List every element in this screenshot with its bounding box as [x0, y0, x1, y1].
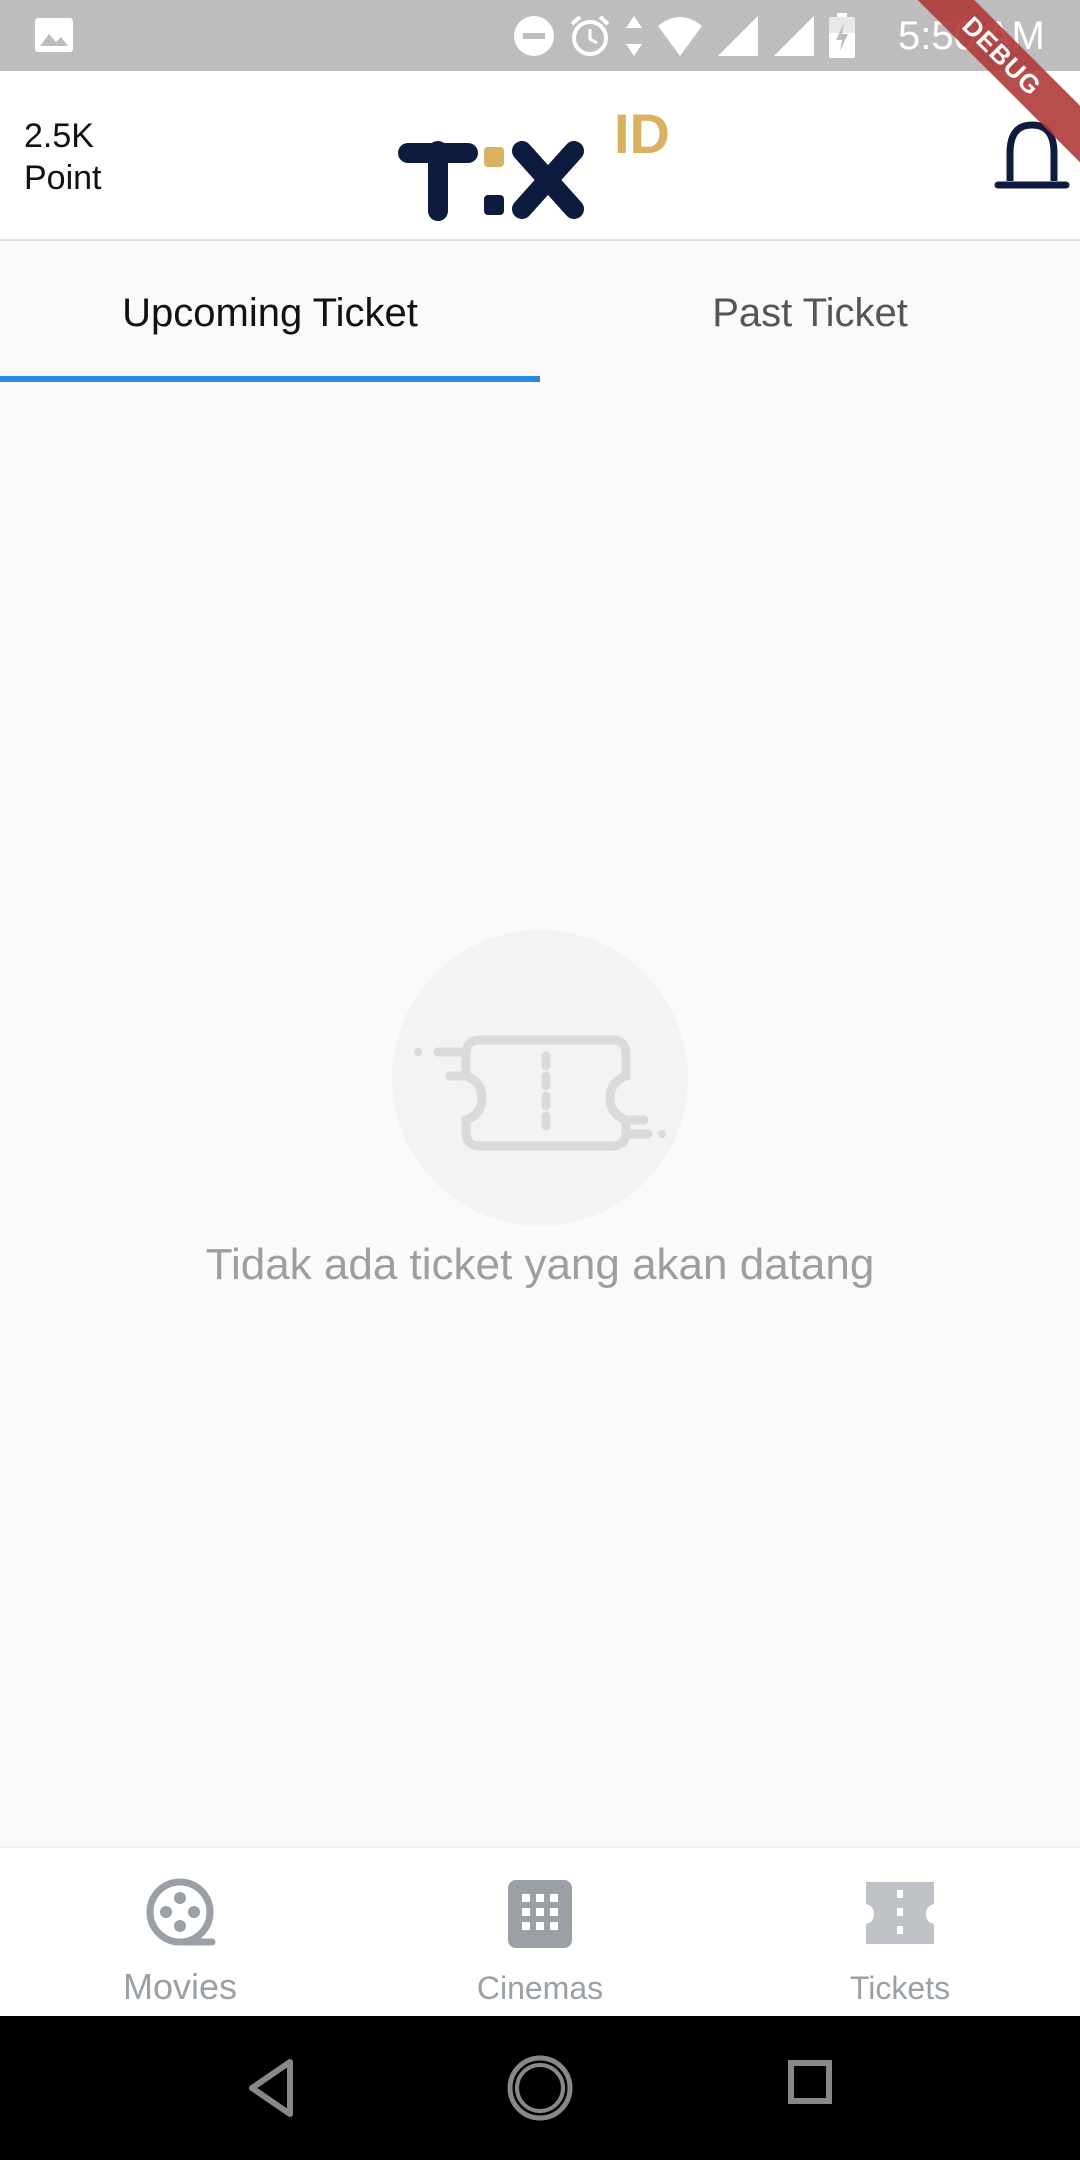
nav-label-cinemas: Cinemas — [476, 1970, 604, 2006]
battery-charging-icon — [829, 13, 855, 58]
nav-label-movies: Movies — [122, 1966, 238, 2007]
tix-id-logo: ID — [398, 102, 670, 221]
bottom-navigation: Movies Cinemas Tickets — [0, 1846, 1080, 2016]
alarm-icon — [570, 15, 610, 56]
logo-suffix: ID — [614, 102, 670, 165]
system-navigation-bar — [0, 2016, 1080, 2160]
empty-state-message: Tidak ada ticket yang akan datang — [205, 1240, 875, 1289]
do-not-disturb-icon — [514, 16, 554, 56]
data-arrows-icon — [626, 16, 642, 56]
nav-item-movies[interactable]: Movies — [0, 1848, 360, 2018]
points-label: Point — [24, 159, 102, 197]
points-value: 2.5K — [24, 117, 94, 155]
recents-icon[interactable] — [788, 2060, 832, 2104]
nav-label-tickets: Tickets — [849, 1970, 951, 2006]
app-header: 2.5K Point ID — [0, 71, 1080, 241]
tab-indicator — [0, 376, 540, 382]
home-icon[interactable] — [506, 2054, 574, 2122]
film-reel-icon — [146, 1878, 216, 1946]
building-icon — [508, 1880, 572, 1948]
points-display[interactable]: 2.5K Point — [24, 115, 102, 199]
tab-upcoming-ticket[interactable]: Upcoming Ticket — [0, 243, 540, 383]
status-bar: 5:50 AM — [0, 0, 1080, 71]
signal-icon — [718, 16, 758, 56]
ticket-tabs: Upcoming Ticket Past Ticket — [0, 243, 1080, 383]
nav-item-tickets[interactable]: Tickets — [720, 1848, 1080, 2018]
wifi-icon — [658, 17, 702, 56]
status-icons — [512, 10, 856, 62]
empty-state: Tidak ada ticket yang akan datang — [0, 930, 1080, 1300]
back-icon[interactable] — [246, 2056, 296, 2120]
ticket-icon — [866, 1882, 934, 1944]
nav-item-cinemas[interactable]: Cinemas — [360, 1848, 720, 2018]
tab-past-ticket[interactable]: Past Ticket — [540, 243, 1080, 383]
signal-icon — [774, 16, 814, 56]
ticket-icon — [414, 1035, 666, 1151]
image-icon — [35, 18, 73, 52]
